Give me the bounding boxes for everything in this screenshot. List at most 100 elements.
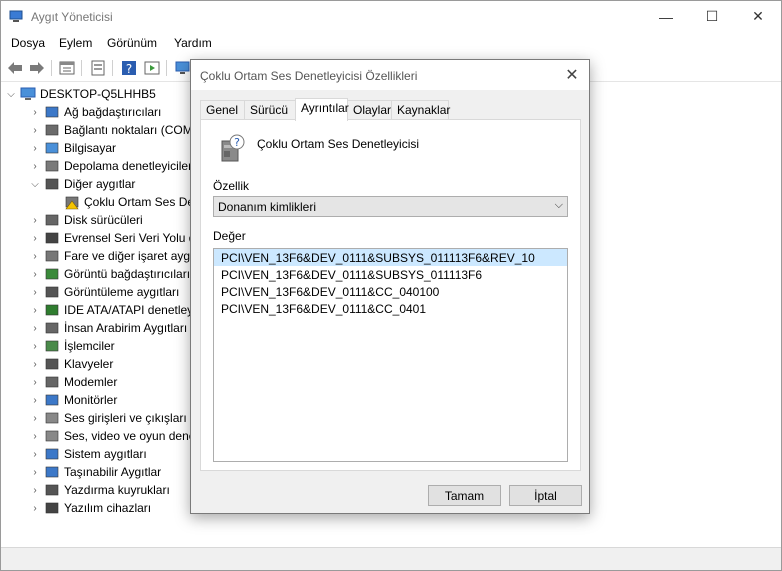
dialog-title-bar: Çoklu Ortam Ses Denetleyicisi Özellikler… <box>191 60 589 90</box>
chevron-right-icon[interactable]: › <box>29 107 41 118</box>
mouse-icon <box>45 250 59 262</box>
tree-item[interactable]: › Yazılım cihazları <box>29 499 151 517</box>
property-dropdown[interactable]: Donanım kimlikleri ⌵ <box>213 196 568 217</box>
menu-help[interactable]: Yardım <box>174 36 212 50</box>
forward-arrow-icon[interactable] <box>28 59 46 77</box>
tree-item-label: Yazdırma kuyrukları <box>64 483 170 497</box>
tree-item[interactable]: ⌵ Diğer aygıtlar <box>29 175 135 193</box>
disk-drive-icon <box>45 214 59 226</box>
chevron-down-icon[interactable]: ⌵ <box>29 179 41 190</box>
properties-icon[interactable] <box>58 59 76 77</box>
tab-details[interactable]: Ayrıntılar <box>295 98 349 121</box>
ok-button[interactable]: Tamam <box>428 485 501 506</box>
tree-item[interactable]: › Taşınabilir Aygıtlar <box>29 463 161 481</box>
chevron-right-icon[interactable]: › <box>29 503 41 514</box>
tree-item[interactable]: › Monitörler <box>29 391 117 409</box>
tree-item-label: Bağlantı noktaları (COM <box>64 123 193 137</box>
tree-item[interactable]: › Evrensel Seri Veri Yolu de <box>29 229 202 247</box>
tree-item[interactable]: › Bağlantı noktaları (COM <box>29 121 193 139</box>
value-item[interactable]: PCI\VEN_13F6&DEV_0111&CC_040100 <box>214 283 567 300</box>
chevron-right-icon[interactable]: › <box>29 269 41 280</box>
menu-action[interactable]: Eylem <box>59 36 92 50</box>
tree-item[interactable]: › Ses girişleri ve çıkışları <box>29 409 186 427</box>
property-selected-value: Donanım kimlikleri <box>218 200 317 214</box>
tree-item-label: Görüntüleme aygıtları <box>64 285 180 299</box>
minimize-button[interactable]: — <box>643 1 689 32</box>
status-bar <box>1 547 781 570</box>
tree-item-label: Depolama denetleyiciler <box>64 159 193 173</box>
tree-item-label: Ağ bağdaştırıcıları <box>64 105 162 119</box>
printer-icon <box>45 484 59 496</box>
toolbar-separator <box>112 60 113 76</box>
tree-item-label: Monitörler <box>64 393 118 407</box>
processor-icon <box>45 340 59 352</box>
toolbar-separator <box>81 60 82 76</box>
tab-events[interactable]: Olaylar <box>347 100 392 120</box>
chevron-right-icon[interactable]: › <box>29 323 41 334</box>
chevron-right-icon[interactable]: › <box>29 485 41 496</box>
chevron-right-icon[interactable]: › <box>29 305 41 316</box>
tree-item[interactable]: › Yazdırma kuyrukları <box>29 481 170 499</box>
details-panel: ? Çoklu Ortam Ses Denetleyicisi Özellik … <box>200 119 581 471</box>
chevron-right-icon[interactable]: › <box>29 377 41 388</box>
dialog-close-button[interactable]: ✕ <box>559 62 585 88</box>
tree-item[interactable]: › IDE ATA/ATAPI denetleyi <box>29 301 196 319</box>
keyboard-icon <box>45 358 59 370</box>
close-button[interactable]: ✕ <box>735 1 781 32</box>
chevron-right-icon[interactable]: › <box>29 233 41 244</box>
port-icon <box>45 124 59 136</box>
tree-item[interactable]: › Fare ve diğer işaret aygıt <box>29 247 197 265</box>
chevron-right-icon[interactable]: › <box>29 287 41 298</box>
chevron-right-icon[interactable]: › <box>29 359 41 370</box>
chevron-right-icon[interactable]: › <box>29 431 41 442</box>
chevron-right-icon[interactable]: › <box>29 467 41 478</box>
chevron-right-icon[interactable]: › <box>29 449 41 460</box>
tree-item[interactable]: › Klavyeler <box>29 355 113 373</box>
tab-driver[interactable]: Sürücü <box>244 100 296 120</box>
tree-root[interactable]: ⌵ DESKTOP-Q5LHHB5 <box>5 85 156 103</box>
value-item[interactable]: PCI\VEN_13F6&DEV_0111&SUBSYS_011113F6 <box>214 266 567 283</box>
tree-item-label: Fare ve diğer işaret aygıt <box>64 249 197 263</box>
tree-item[interactable]: › Sistem aygıtları <box>29 445 146 463</box>
chevron-down-icon[interactable]: ⌵ <box>5 89 17 100</box>
tree-item-label: Evrensel Seri Veri Yolu de <box>64 231 203 245</box>
chevron-right-icon[interactable]: › <box>29 395 41 406</box>
tree-item[interactable]: › Ağ bağdaştırıcıları <box>29 103 161 121</box>
value-item[interactable]: PCI\VEN_13F6&DEV_0111&CC_0401 <box>214 300 567 317</box>
chevron-right-icon[interactable]: › <box>29 125 41 136</box>
menu-file[interactable]: Dosya <box>11 36 45 50</box>
run-icon[interactable] <box>143 59 161 77</box>
tree-item-label: Yazılım cihazları <box>64 501 152 515</box>
tree-item[interactable]: › Disk sürücüleri <box>29 211 142 229</box>
tree-item[interactable]: › Ses, video ve oyun dene <box>29 427 195 445</box>
tree-item[interactable]: › Bilgisayar <box>29 139 116 157</box>
tree-item[interactable]: › Görüntü bağdaştırıcıları <box>29 265 190 283</box>
value-item[interactable]: PCI\VEN_13F6&DEV_0111&SUBSYS_011113F6&RE… <box>214 249 567 266</box>
device-name: Çoklu Ortam Ses Denetleyicisi <box>257 137 420 151</box>
chevron-right-icon[interactable]: › <box>29 161 41 172</box>
maximize-button[interactable]: ☐ <box>689 1 735 32</box>
chevron-right-icon[interactable]: › <box>29 251 41 262</box>
help-icon[interactable]: ? <box>120 59 138 77</box>
tree-item[interactable]: › Görüntüleme aygıtları <box>29 283 179 301</box>
chevron-right-icon[interactable]: › <box>29 215 41 226</box>
menu-view[interactable]: Görünüm <box>107 36 157 50</box>
back-arrow-icon[interactable] <box>6 59 24 77</box>
tree-item[interactable]: › Depolama denetleyiciler <box>29 157 192 175</box>
show-hidden-icon[interactable] <box>89 59 107 77</box>
chevron-down-icon: ⌵ <box>554 199 563 211</box>
value-listbox[interactable]: PCI\VEN_13F6&DEV_0111&SUBSYS_011113F6&RE… <box>213 248 568 462</box>
properties-dialog: Çoklu Ortam Ses Denetleyicisi Özellikler… <box>190 59 590 514</box>
chevron-right-icon[interactable]: › <box>29 413 41 424</box>
tree-item[interactable]: › İnsan Arabirim Aygıtları <box>29 319 187 337</box>
tree-item[interactable]: Çoklu Ortam Ses Den <box>49 193 201 211</box>
tree-item[interactable]: › İşlemciler <box>29 337 114 355</box>
chevron-right-icon[interactable]: › <box>29 143 41 154</box>
tree-item[interactable]: › Modemler <box>29 373 117 391</box>
unknown-device-icon: ? <box>221 134 245 162</box>
tab-resources[interactable]: Kaynaklar <box>391 100 450 120</box>
portable-device-icon <box>45 466 59 478</box>
tab-general[interactable]: Genel <box>200 100 245 120</box>
chevron-right-icon[interactable]: › <box>29 341 41 352</box>
cancel-button[interactable]: İptal <box>509 485 582 506</box>
